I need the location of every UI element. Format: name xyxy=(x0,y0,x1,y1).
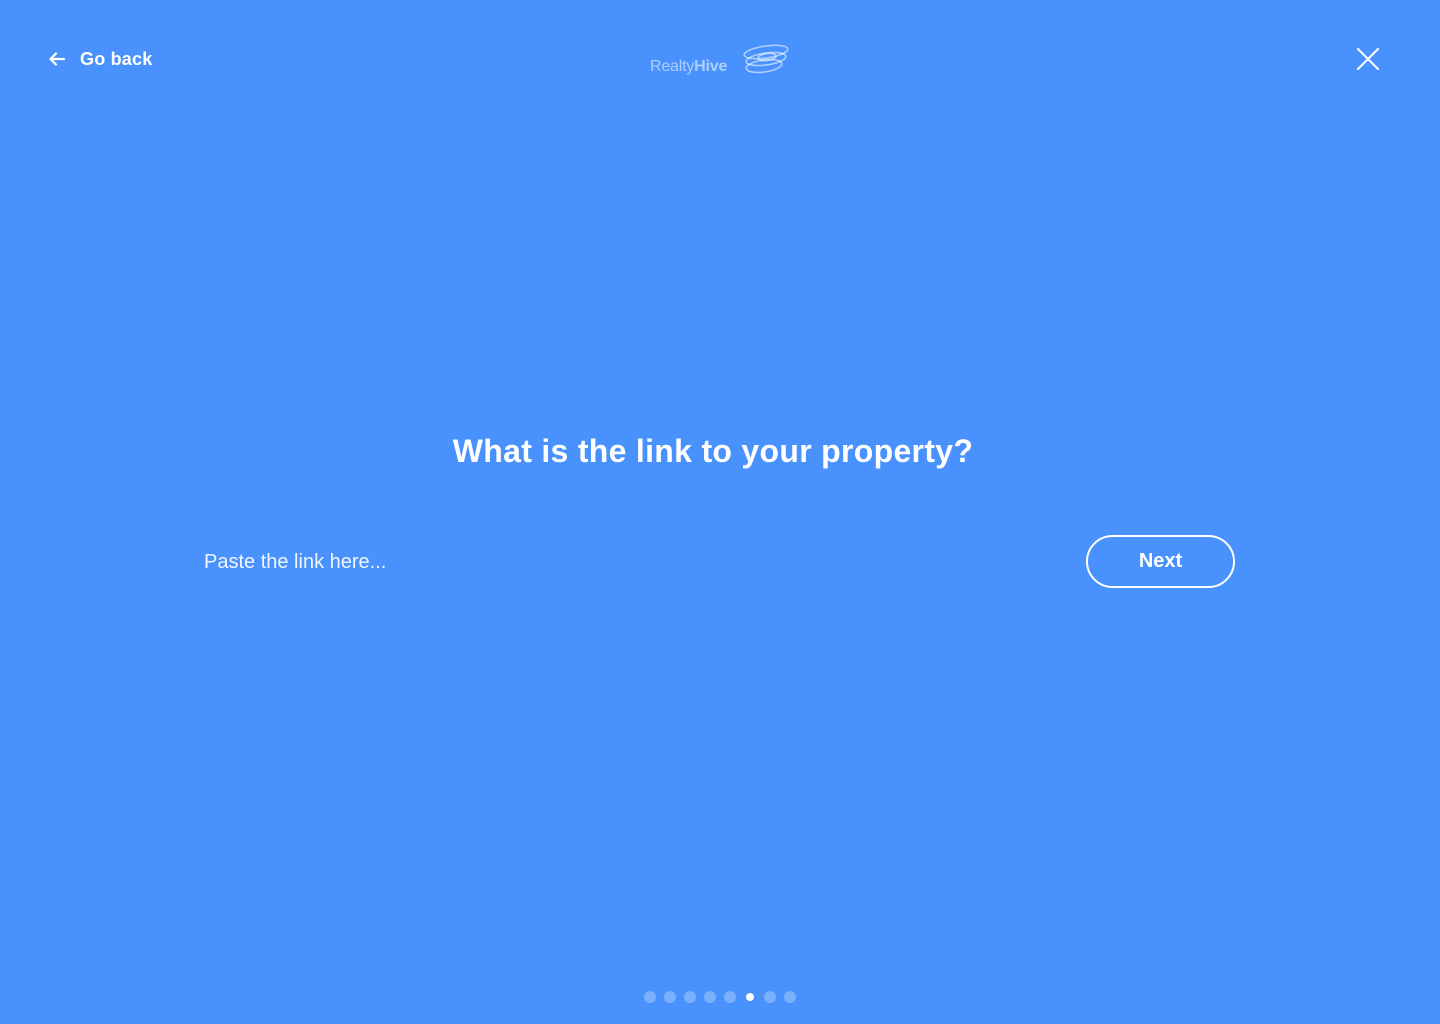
next-button[interactable]: Next xyxy=(1086,535,1235,588)
step-dot[interactable] xyxy=(704,991,716,1003)
logo-text-light: Realty xyxy=(650,58,695,75)
arrow-left-icon xyxy=(48,52,66,66)
step-dot-active[interactable] xyxy=(744,991,756,1003)
logo-text-bold: Hive xyxy=(694,58,728,75)
close-button[interactable] xyxy=(1352,43,1384,75)
question-title: What is the link to your property? xyxy=(452,433,974,469)
step-dot[interactable] xyxy=(644,991,656,1003)
step-dot[interactable] xyxy=(664,991,676,1003)
close-icon xyxy=(1352,43,1384,75)
step-dot[interactable] xyxy=(764,991,776,1003)
step-dot[interactable] xyxy=(724,991,736,1003)
go-back-button[interactable]: Go back xyxy=(48,44,152,74)
logo-wordmark: RealtyHive xyxy=(650,57,727,77)
property-link-input[interactable] xyxy=(204,540,1044,584)
go-back-label: Go back xyxy=(80,48,153,69)
step-progress-dots xyxy=(644,991,796,1003)
step-dot[interactable] xyxy=(684,991,696,1003)
orbit-rings-logo-icon xyxy=(740,42,792,83)
step-dot[interactable] xyxy=(784,991,796,1003)
realtyhive-logo: RealtyHive xyxy=(650,40,792,80)
